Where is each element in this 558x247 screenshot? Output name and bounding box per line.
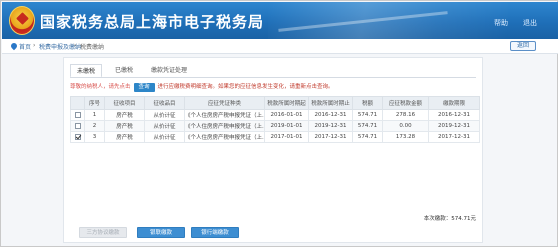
row-checkbox-cell[interactable] (70, 120, 85, 132)
breadcrumb-separator: › (74, 42, 77, 49)
row-checkbox[interactable] (74, 122, 81, 129)
cell-item: 房产税 (104, 131, 145, 143)
breadcrumb-current: 税费缴纳 (80, 44, 105, 51)
row-checkbox-cell[interactable] (70, 109, 85, 121)
col-period-end: 税款所属时期止 (308, 96, 353, 110)
logout-link[interactable]: 退出 (523, 18, 537, 28)
tab-voucher[interactable]: 缴款凭证处理 (146, 64, 192, 78)
query-notice: 尊敬的纳税人，请先点击 查询 进行应缴税费明细查询。如果您的应征信息发生变化，请重新… (70, 82, 476, 92)
cell-tax-amount: 574.71 (352, 131, 383, 143)
row-checkbox[interactable] (74, 133, 81, 140)
cell-subitem: 从价计征 (144, 131, 185, 143)
col-deadline: 缴款期限 (428, 96, 480, 110)
cell-deadline: 2019-12-31 (428, 120, 480, 132)
row-checkbox[interactable] (74, 111, 81, 118)
tax-payment-panel: 未缴税 已缴税 缴款凭证处理 尊敬的纳税人，请先点击 查询 进行应缴税费明细查询。如… (63, 57, 483, 243)
cell-period-end: 2016-12-31 (308, 109, 353, 121)
cell-index: 1 (84, 109, 105, 121)
total-value: 574.71元 (451, 216, 476, 222)
cell-period-start: 2017-01-01 (264, 131, 309, 143)
breadcrumb: 首页 › 税费申报及缴纳 › 税费缴纳 返回 (2, 39, 558, 54)
cell-tax-amount: 574.71 (352, 109, 383, 121)
col-select (70, 96, 85, 110)
breadcrumb-home[interactable]: 首页 (19, 42, 31, 51)
payment-total: 本次缴款：574.71元 (424, 214, 476, 222)
cell-tax-amount: 574.71 (352, 120, 383, 132)
col-index: 序号 (84, 96, 105, 110)
cell-due-amount: 278.16 (382, 109, 429, 121)
tab-paid[interactable]: 已缴税 (108, 64, 140, 78)
breadcrumb-separator: › (33, 42, 36, 49)
card-pay-button[interactable]: 银联缴款 (137, 227, 185, 238)
table-row[interactable]: 2 房产税 从价计征 《个人住房房产税申报凭证（上... 2019-01-01 … (70, 120, 480, 132)
app-window: 国家税务总局上海市电子税务局 帮助 退出 首页 › 税费申报及缴纳 › 税费缴纳… (0, 0, 558, 247)
col-period-start: 税款所属时期起 (264, 96, 309, 110)
cell-period-end: 2017-12-31 (308, 131, 353, 143)
cell-index: 2 (84, 120, 105, 132)
table-row[interactable]: 1 房产税 从价计征 《个人住房房产税申报凭证（上... 2016-01-01 … (70, 109, 480, 121)
col-voucher-type: 应征凭证种类 (184, 96, 265, 110)
cell-due-amount: 173.28 (382, 131, 429, 143)
tax-emblem-icon (9, 6, 35, 35)
tab-divider (70, 77, 476, 78)
cell-item: 房产税 (104, 120, 145, 132)
cell-voucher-type: 《个人住房房产税申报凭证（上... (184, 120, 265, 132)
notice-lead: 尊敬的纳税人，请先点击 (70, 84, 131, 90)
third-party-pay-button[interactable]: 三方协议缴款 (79, 227, 127, 238)
cell-item: 房产税 (104, 109, 145, 121)
cell-period-start: 2016-01-01 (264, 109, 309, 121)
col-due-amount: 应征税款金额 (382, 96, 429, 110)
cell-subitem: 从价计征 (144, 120, 185, 132)
bank-pay-button[interactable]: 银行端缴款 (191, 227, 239, 238)
col-item: 征收项目 (104, 96, 145, 110)
location-pin-icon (9, 41, 19, 51)
query-button[interactable]: 查询 (133, 83, 155, 92)
cell-deadline: 2017-12-31 (428, 131, 480, 143)
col-subitem: 征收品目 (144, 96, 185, 110)
help-link[interactable]: 帮助 (494, 18, 508, 28)
great-wall-banner (268, 2, 508, 39)
cell-voucher-type: 《个人住房房产税申报凭证（上... (184, 109, 265, 121)
tab-unpaid[interactable]: 未缴税 (70, 64, 102, 78)
cell-voucher-type: 《个人住房房产税申报凭证（上... (184, 131, 265, 143)
cell-period-end: 2019-12-31 (308, 120, 353, 132)
site-header: 国家税务总局上海市电子税务局 帮助 退出 (2, 2, 558, 39)
cell-index: 3 (84, 131, 105, 143)
notice-trail: 进行应缴税费明细查询。如果您的应征信息发生变化，请重新点击查询。 (157, 84, 334, 90)
table-header-row: 序号 征收项目 征收品目 应征凭证种类 税款所属时期起 税款所属时期止 税额 应… (70, 96, 480, 110)
col-tax-amount: 税额 (352, 96, 383, 110)
table-row[interactable]: 3 房产税 从价计征 《个人住房房产税申报凭证（上... 2017-01-01 … (70, 131, 480, 143)
cell-deadline: 2016-12-31 (428, 109, 480, 121)
cell-subitem: 从价计征 (144, 109, 185, 121)
site-title: 国家税务总局上海市电子税务局 (40, 13, 265, 31)
unpaid-tax-table: 序号 征收项目 征收品目 应征凭证种类 税款所属时期起 税款所属时期止 税额 应… (70, 96, 480, 143)
cell-due-amount: 0.00 (382, 120, 429, 132)
row-checkbox-cell[interactable] (70, 131, 85, 143)
total-label: 本次缴款： (423, 216, 452, 222)
back-button[interactable]: 返回 (510, 41, 536, 51)
cell-period-start: 2019-01-01 (264, 120, 309, 132)
